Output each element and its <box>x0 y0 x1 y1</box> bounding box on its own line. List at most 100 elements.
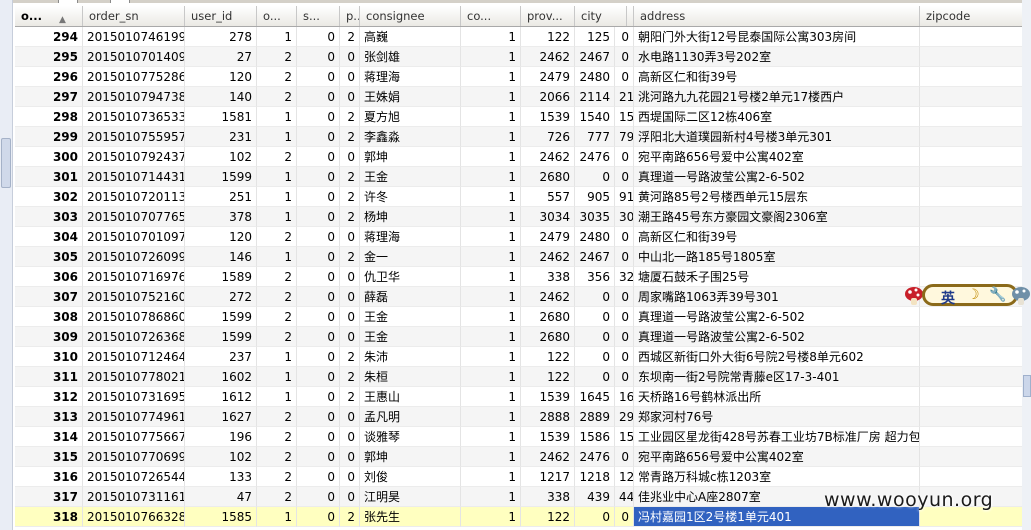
p-cell[interactable]: 2 <box>340 347 360 367</box>
header-col-user-id[interactable]: user_id <box>185 6 257 26</box>
order-sn-cell[interactable]: 2015010726544 <box>83 467 185 487</box>
di-cell[interactable]: 0 <box>615 47 634 67</box>
order-sn-cell[interactable]: 2015010716976 <box>83 267 185 287</box>
p-cell[interactable]: 2 <box>340 27 360 47</box>
p-cell[interactable]: 2 <box>340 247 360 267</box>
order-sn-cell[interactable]: 2015010778021 <box>83 367 185 387</box>
s-cell[interactable]: 0 <box>297 167 340 187</box>
p-cell[interactable]: 0 <box>340 47 360 67</box>
consignee-cell[interactable]: 孟凡明 <box>360 407 461 427</box>
table-row[interactable]: 307 2015010752160 272 2 0 0 薛磊 1 2462 0 0 周家嘴路1063弄… <box>15 287 1031 307</box>
p-cell[interactable]: 0 <box>340 227 360 247</box>
table-row[interactable]: 295 2015010701409 27 2 0 0 张剑雄 1 2462 2467 0 水电路113… <box>15 47 1031 67</box>
consignee-cell[interactable]: 许冬 <box>360 187 461 207</box>
id-cell[interactable]: 297 <box>15 87 83 107</box>
s-cell[interactable]: 0 <box>297 387 340 407</box>
user-id-cell[interactable]: 1599 <box>185 327 257 347</box>
p-cell[interactable]: 2 <box>340 367 360 387</box>
address-cell[interactable]: 高新区仁和街39号 <box>634 67 920 87</box>
consignee-cell[interactable]: 朱沛 <box>360 347 461 367</box>
id-cell[interactable]: 296 <box>15 67 83 87</box>
zipcode-cell[interactable] <box>920 27 1031 47</box>
zipcode-cell[interactable] <box>920 387 1031 407</box>
header-col-id[interactable]: o... ▲ <box>15 6 83 26</box>
prov-cell[interactable]: 2462 <box>521 147 575 167</box>
user-id-cell[interactable]: 1585 <box>185 507 257 527</box>
s-cell[interactable]: 0 <box>297 207 340 227</box>
zipcode-cell[interactable] <box>920 107 1031 127</box>
order-sn-cell[interactable]: 2015010792437 <box>83 147 185 167</box>
address-cell[interactable]: 塘厦石鼓禾子围25号 <box>634 267 920 287</box>
p-cell[interactable]: 2 <box>340 387 360 407</box>
city-cell[interactable]: 0 <box>575 287 615 307</box>
co-cell[interactable]: 1 <box>461 87 521 107</box>
co-cell[interactable]: 1 <box>461 227 521 247</box>
toolbar-tab[interactable] <box>110 0 130 3</box>
di-cell[interactable]: 0 <box>615 367 634 387</box>
order-sn-cell[interactable]: 2015010712464 <box>83 347 185 367</box>
consignee-cell[interactable]: 金一 <box>360 247 461 267</box>
p-cell[interactable]: 2 <box>340 187 360 207</box>
o-cell[interactable]: 1 <box>257 187 297 207</box>
header-col-order-sn[interactable]: order_sn <box>83 6 185 26</box>
consignee-cell[interactable]: 朱桓 <box>360 367 461 387</box>
city-cell[interactable]: 0 <box>575 507 615 527</box>
city-cell[interactable]: 1540 <box>575 107 615 127</box>
id-cell[interactable]: 306 <box>15 267 83 287</box>
consignee-cell[interactable]: 王金 <box>360 307 461 327</box>
sort-asc-icon[interactable]: ▲ <box>59 10 66 26</box>
prov-cell[interactable]: 338 <box>521 267 575 287</box>
order-sn-cell[interactable]: 2015010774961 <box>83 407 185 427</box>
di-cell[interactable]: 0 <box>615 167 634 187</box>
city-cell[interactable]: 0 <box>575 307 615 327</box>
ime-language[interactable]: 英 <box>941 288 955 308</box>
left-scrollbar[interactable] <box>0 0 13 530</box>
co-cell[interactable]: 1 <box>461 147 521 167</box>
header-col-p[interactable]: p... <box>340 6 360 26</box>
p-cell[interactable]: 0 <box>340 427 360 447</box>
prov-cell[interactable]: 3034 <box>521 207 575 227</box>
prov-cell[interactable]: 2888 <box>521 407 575 427</box>
user-id-cell[interactable]: 1589 <box>185 267 257 287</box>
id-cell[interactable]: 298 <box>15 107 83 127</box>
di-cell[interactable]: 3293 <box>615 267 634 287</box>
address-cell[interactable]: 西城区新街口外大街6号院2号楼8单元602 <box>634 347 920 367</box>
user-id-cell[interactable]: 237 <box>185 347 257 367</box>
user-id-cell[interactable]: 231 <box>185 127 257 147</box>
table-row[interactable]: 3032015010707765378102杨坤1303430353045潮王路… <box>15 207 1031 227</box>
user-id-cell[interactable]: 1627 <box>185 407 257 427</box>
p-cell[interactable]: 0 <box>340 287 360 307</box>
ime-toolbar[interactable]: 英 ☽ 🔧 <box>904 278 1031 314</box>
city-cell[interactable]: 2480 <box>575 227 615 247</box>
zipcode-cell[interactable] <box>920 207 1031 227</box>
s-cell[interactable]: 0 <box>297 227 340 247</box>
zipcode-cell[interactable] <box>920 47 1031 67</box>
co-cell[interactable]: 1 <box>461 47 521 67</box>
co-cell[interactable]: 1 <box>461 67 521 87</box>
prov-cell[interactable]: 2066 <box>521 87 575 107</box>
city-cell[interactable]: 125 <box>575 27 615 47</box>
consignee-cell[interactable]: 王金 <box>360 327 461 347</box>
co-cell[interactable]: 1 <box>461 347 521 367</box>
co-cell[interactable]: 1 <box>461 487 521 507</box>
order-sn-cell[interactable]: 2015010720113 <box>83 187 185 207</box>
consignee-cell[interactable]: 杨坤 <box>360 207 461 227</box>
city-cell[interactable]: 439 <box>575 487 615 507</box>
order-sn-cell[interactable]: 2015010752160 <box>83 287 185 307</box>
user-id-cell[interactable]: 1602 <box>185 367 257 387</box>
user-id-cell[interactable]: 278 <box>185 27 257 47</box>
city-cell[interactable]: 2480 <box>575 67 615 87</box>
address-cell[interactable]: 工业园区星龙街428号苏春工业坊7B标准厂房 超力包 <box>634 427 920 447</box>
o-cell[interactable]: 1 <box>257 107 297 127</box>
co-cell[interactable]: 1 <box>461 267 521 287</box>
order-sn-cell[interactable]: 2015010766328 <box>83 507 185 527</box>
order-sn-cell[interactable]: 2015010775667 <box>83 427 185 447</box>
id-cell[interactable]: 301 <box>15 167 83 187</box>
di-cell[interactable]: 0 <box>615 247 634 267</box>
address-cell[interactable]: 宛平南路656号爱中公寓402室 <box>634 147 920 167</box>
order-sn-cell[interactable]: 2015010755957 <box>83 127 185 147</box>
prov-cell[interactable]: 2462 <box>521 447 575 467</box>
table-row[interactable]: 3162015010726544133200刘俊1121712181226常青路… <box>15 467 1031 487</box>
zipcode-cell[interactable] <box>920 127 1031 147</box>
id-cell[interactable]: 304 <box>15 227 83 247</box>
